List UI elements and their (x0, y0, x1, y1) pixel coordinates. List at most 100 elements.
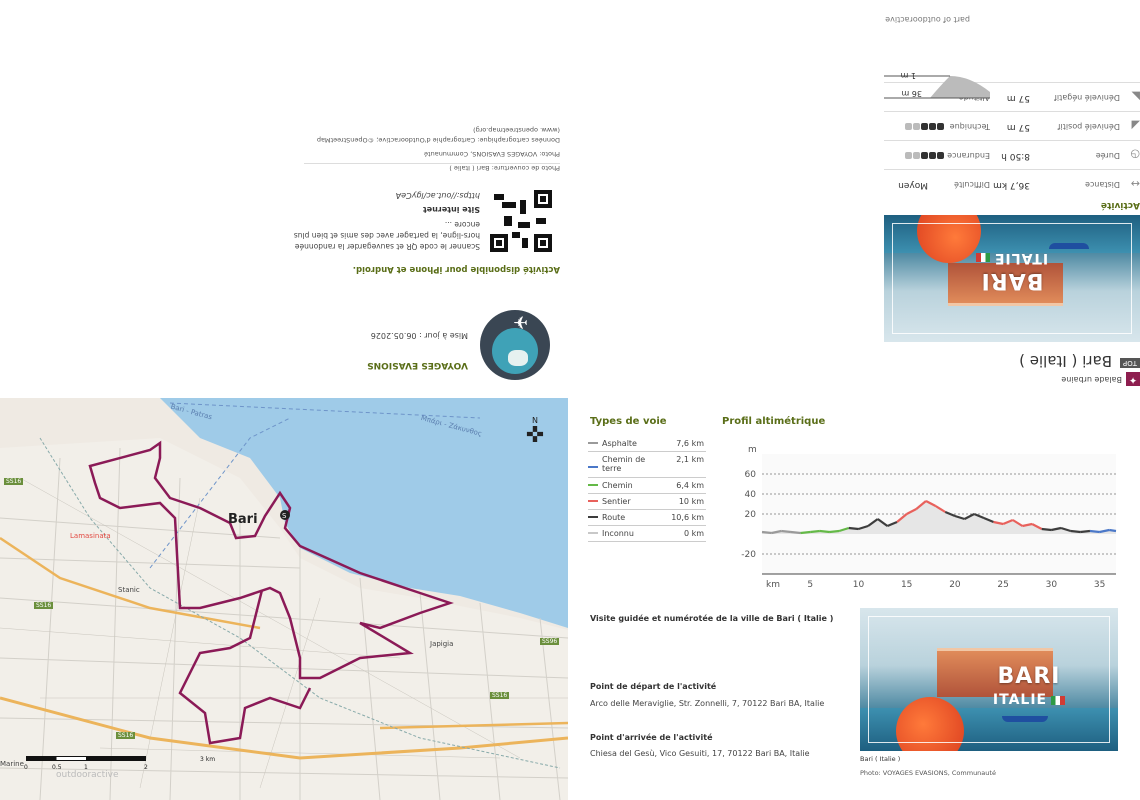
way-type-swatch (588, 532, 598, 534)
stat-distance: ↔ Distance 36,7 km Difficulté Moyen (884, 169, 1140, 198)
arrows-icon: ↔ (1130, 177, 1140, 190)
italy-flag-icon (975, 253, 990, 263)
photo-caption: Bari ( Italie ) (860, 755, 901, 763)
qr-code[interactable] (490, 190, 552, 252)
section-title: Activité (1100, 200, 1140, 210)
land-shape (508, 350, 528, 366)
x-axis-unit: km (766, 580, 780, 590)
way-type-name: Asphalte (602, 439, 637, 448)
activity-type: Balade urbaine (1061, 375, 1122, 384)
way-type-km: 6,4 km (676, 481, 704, 490)
website-label: Site internet (422, 205, 480, 214)
scale-label: 0 (24, 764, 28, 771)
photo-credit: Photo: VOYAGES EVASIONS, Communauté (424, 150, 560, 158)
elevation-segment (1109, 528, 1117, 533)
y-tick-label: 40 (745, 490, 757, 500)
elevation-segment (810, 529, 820, 534)
compass-rose-icon: ✜ (525, 423, 545, 448)
elevation-segment (1070, 529, 1081, 534)
cover-photo-credit: Photo de couverture: Bari ( Italie ) (449, 164, 560, 172)
stat-label: Durée (1095, 151, 1120, 160)
cover-subtitle: ITALIE (900, 692, 1118, 708)
route-map[interactable]: S Bari Stanic Japigia Marine Lamasinata … (0, 398, 568, 800)
way-type-row: Chemin 6,4 km (588, 478, 706, 494)
road-label: SS16 (4, 478, 24, 485)
stat-value: 8:50 h (1001, 151, 1030, 161)
cover-title: BARI (980, 268, 1044, 293)
way-type-row: Chemin de terre 2,1 km (588, 452, 706, 478)
map-data-credit: Données cartographique: Cartographie d'O… (316, 136, 560, 144)
way-type-name: Chemin (602, 481, 633, 490)
way-type-swatch (588, 466, 598, 468)
activity-summary-panel: ✦ Balade urbaine TOP Bari ( Italie ) BAR… (570, 0, 1140, 398)
way-type-name: Route (602, 513, 626, 522)
scale-label: 3 km (200, 756, 216, 763)
x-tick-label: 20 (949, 580, 961, 590)
start-label: Point de départ de l'activité (590, 682, 717, 691)
stat-duration: ◷ Durée 8:50 h Endurance (884, 140, 1140, 169)
place-label: Lamasinata (70, 532, 111, 540)
flipped-cover-panel: ✦ Balade urbaine TOP Bari ( Italie ) BAR… (0, 0, 1140, 398)
elevation-segment (761, 530, 772, 535)
elevation-segment (848, 526, 859, 531)
way-type-km: 10 km (678, 497, 704, 506)
svg-text:S: S (282, 512, 287, 520)
way-type-km: 0 km (683, 529, 704, 538)
way-type-km: 2,1 km (676, 455, 704, 464)
publisher-logo: ✈ (480, 310, 550, 380)
place-label: Japigia (430, 640, 454, 648)
x-tick-label: 10 (853, 580, 865, 590)
technique-dots (904, 121, 944, 130)
italy-flag-icon (1051, 695, 1066, 705)
brochure-page: ✦ Balade urbaine TOP Bari ( Italie ) BAR… (0, 0, 1140, 800)
walk-icon: ✦ (1126, 372, 1140, 386)
updated-date: Mise à jour : 06.05.2026 (370, 331, 468, 340)
website-url[interactable]: https://out.ac/lgyCeA (396, 191, 480, 200)
way-type-swatch (588, 516, 598, 518)
elevation-segment (829, 529, 840, 534)
cover-title: BARI (997, 664, 1061, 689)
road-label: SS96 (540, 638, 560, 645)
rating-value: Moyen (898, 180, 928, 190)
rating-label: Technique (949, 122, 990, 131)
altitude-max: 36 m (901, 89, 922, 98)
way-type-row: Asphalte 7,6 km (588, 436, 706, 452)
endurance-dots (904, 150, 944, 159)
y-axis-unit: m (748, 445, 757, 455)
elevation-segment (781, 529, 792, 534)
way-type-row: Inconnu 0 km (588, 526, 706, 542)
cover-subtitle-text: ITALIE (993, 250, 1049, 266)
x-tick-label: 35 (1094, 580, 1105, 590)
way-type-swatch (588, 500, 598, 502)
way-type-km: 10,6 km (671, 513, 704, 522)
way-type-km: 7,6 km (676, 439, 704, 448)
stat-value: 36,7 km (993, 180, 1030, 190)
end-value: Chiesa del Gesù, Vico Gesuiti, 17, 70122… (590, 749, 810, 758)
way-type-swatch (588, 484, 598, 486)
app-promo-title: Activité disponible pour iPhone et Andro… (352, 264, 560, 274)
x-tick-label: 5 (807, 580, 813, 590)
brand-tagline: part of outdooractive (885, 15, 970, 24)
way-types-title: Types de voie (590, 416, 667, 427)
end-label: Point d'arrivée de l'activité (590, 733, 713, 742)
stat-label: Distance (1085, 180, 1120, 189)
x-tick-label: 15 (901, 580, 912, 590)
elevation-segment (819, 529, 830, 534)
way-type-row: Route 10,6 km (588, 510, 706, 526)
scale-bar (26, 756, 146, 761)
cover-photo: BARI ITALIE (884, 215, 1140, 342)
y-tick-label: 20 (745, 510, 757, 520)
stat-label: Dénivelé positif (1057, 122, 1120, 131)
road-label: SS16 (490, 692, 510, 699)
publisher-panel: ✈ VOYAGES EVASIONS Mise à jour : 06.05.2… (0, 0, 560, 398)
y-tick-label: 60 (745, 470, 757, 480)
elevation-segment (1080, 529, 1091, 534)
activity-summary: Visite guidée et numérotée de la ville d… (590, 614, 834, 623)
rating-label: Difficulté (954, 180, 990, 189)
top-badge: TOP (1119, 358, 1140, 368)
ascent-icon: ◢ (1131, 119, 1140, 132)
elevation-segment (1041, 527, 1052, 532)
road-label: SS16 (116, 732, 136, 739)
clock-icon: ◷ (1130, 148, 1140, 161)
elevation-chart: -20 20 40 60 m 5 10 15 20 25 30 35 km (741, 445, 1117, 590)
